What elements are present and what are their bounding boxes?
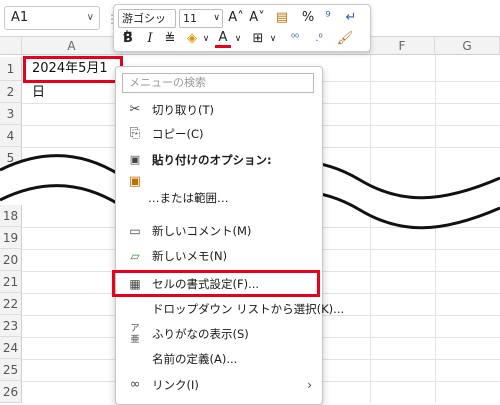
menu-item-define-name[interactable]: 名前の定義(A)... [120,348,318,370]
column-header-f[interactable]: F [370,37,435,55]
menu-item-label: …または範囲… [148,191,229,205]
column-header-g[interactable]: G [435,37,500,55]
cell-a1-highlight [23,56,123,83]
menu-item-pick-from-list[interactable]: ドロップダウン リストから選択(K)... [120,298,344,320]
menu-item-label: ふりがなの表示(S) [152,327,249,341]
gridline [435,55,436,403]
currency-format-icon[interactable]: ▤ [270,9,294,27]
name-box-value: A1 [11,10,29,25]
row-header-21[interactable]: 21 [0,271,22,293]
menu-item-label: ドロップダウン リストから選択(K)... [152,302,345,316]
menu-item-copy[interactable]: ⎘ コピー(C) [120,123,318,145]
font-size-value: 11 [183,12,197,25]
column-header-a[interactable]: A [22,37,122,55]
menu-item-label: 切り取り(T) [152,103,214,117]
shrink-font-button[interactable]: A˅ [248,9,266,27]
row-header-19[interactable]: 19 [0,227,22,249]
grow-font-button[interactable]: A˄ [227,9,245,27]
menu-item-paste-options: ▣ 貼り付けのオプション: [120,149,318,171]
row-header-26[interactable]: 26 [0,381,22,403]
row-header-1[interactable]: 1 [0,57,22,81]
menu-item-cut[interactable]: ✂ 切り取り(T) [120,99,318,121]
increase-decimal-icon[interactable]: ⁰⁰ [286,30,304,48]
font-name-select[interactable]: 游ゴシック ∨ [118,9,176,42]
mini-toolbar: 游ゴシック ∨ 11 ∨ A˄ A˅ ▤ % ⁹ ↵ B I ≡ ◈ ∨ A ∨ ⊞… [113,4,371,52]
row-header-23[interactable]: 23 [0,315,22,337]
name-box[interactable]: A1 ∨ [4,6,100,30]
formula-bar-separator: ⋮ [106,12,118,26]
comment-icon: ▭ [129,224,141,238]
comma-style-icon[interactable]: ⁹ [320,9,336,27]
menu-item-label: 新しいメモ(N) [152,249,228,263]
italic-button[interactable]: I [142,30,158,48]
gridline [370,55,371,403]
row-header-2[interactable]: 2 [0,81,22,103]
format-painter-icon[interactable]: 🖌 [336,30,354,48]
menu-item-label: コピー(C) [152,127,204,141]
copy-icon: ⎘ [129,126,141,141]
row-header-22[interactable]: 22 [0,293,22,315]
font-color-button[interactable]: A [215,30,231,48]
menu-search-input[interactable]: メニューの検索 [122,73,314,93]
chevron-down-icon: ∨ [213,13,220,23]
paste-icon: ▣ [129,153,141,166]
center-align-button[interactable]: ≡ [162,30,178,48]
menu-item-show-furigana[interactable]: ア亜 ふりがなの表示(S) [120,323,318,345]
row-header-18[interactable]: 18 [0,205,22,227]
menu-item-label: 名前の定義(A)... [152,352,238,366]
scissors-icon: ✂ [129,102,141,117]
chevron-down-icon[interactable]: ∨ [202,30,210,48]
font-size-select[interactable]: 11 ∨ [179,9,223,28]
borders-icon[interactable]: ⊞ [250,30,266,48]
percent-button[interactable]: % [300,9,316,27]
chevron-down-icon[interactable]: ∨ [87,7,94,29]
format-cells-highlight [112,270,320,297]
row-header-20[interactable]: 20 [0,249,22,271]
menu-item-label: リンク(I) [152,378,199,392]
select-all-corner[interactable] [0,37,22,55]
row-header-3[interactable]: 3 [0,103,22,125]
link-icon: ∞ [129,377,141,392]
menu-item-new-note[interactable]: ▱ 新しいメモ(N) [120,245,318,267]
bold-button[interactable]: B [120,30,136,48]
menu-item-link[interactable]: ∞ リンク(I) › [120,374,318,396]
chevron-down-icon[interactable]: ∨ [234,30,242,48]
context-menu: メニューの検索 ✂ 切り取り(T) ⎘ コピー(C) ▣ 貼り付けのオプション:… [115,66,344,405]
menu-item-new-comment[interactable]: ▭ 新しいコメント(M) [120,220,318,242]
fill-color-icon[interactable]: ◈ [184,30,200,48]
note-icon: ▱ [130,249,140,263]
row-header-5[interactable]: 5 [0,147,22,169]
row-header-25[interactable]: 25 [0,359,22,381]
chevron-right-icon: › [307,378,312,392]
menu-item-label: 貼り付けのオプション: [152,153,272,167]
furigana-icon: ア亜 [130,324,140,345]
chevron-down-icon[interactable]: ∨ [269,30,277,48]
menu-item-partial[interactable]: …または範囲… [120,187,318,209]
decrease-decimal-icon[interactable]: .⁰ [310,30,328,48]
row-header-24[interactable]: 24 [0,337,22,359]
wrap-text-icon[interactable]: ↵ [342,9,360,27]
row-header-4[interactable]: 4 [0,125,22,147]
menu-item-label: 新しいコメント(M) [152,224,252,238]
